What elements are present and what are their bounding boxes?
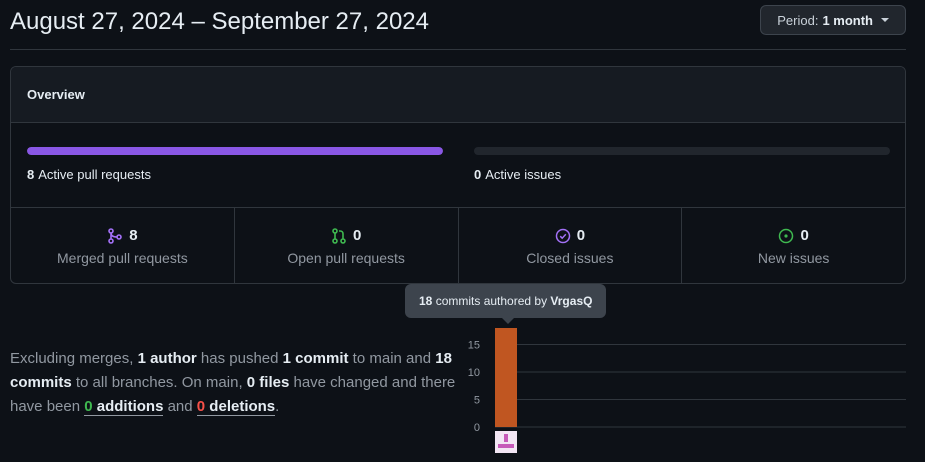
merged-prs-label: Merged pull requests [57, 250, 188, 266]
period-value: 1 month [822, 12, 873, 28]
tooltip-count: 18 [419, 294, 433, 308]
active-prs-label: Active pull requests [38, 167, 151, 182]
stat-closed-issues[interactable]: 0 Closed issues [459, 208, 683, 283]
overview-panel: Overview 8 Active pull requests 0 Active i… [10, 66, 906, 284]
deletions-count: 0 [196, 398, 206, 415]
summary-text: and [163, 398, 197, 415]
commits-chart: 0 5 10 15 [468, 328, 906, 453]
period-dropdown-button[interactable]: Period: 1 month [760, 5, 906, 35]
deletions-link[interactable]: 0 deletions [196, 398, 276, 416]
active-issues-label: Active issues [485, 167, 562, 182]
open-prs-value: 0 [352, 227, 362, 244]
open-prs-label: Open pull requests [287, 250, 405, 266]
merged-prs-value: 8 [129, 227, 138, 244]
chart-tooltip: 18 commits authored by VrgasQ [405, 284, 607, 324]
active-issues-link[interactable]: 0 Active issues [474, 167, 561, 182]
closed-issues-value: 0 [576, 227, 586, 244]
summary-text: . [275, 398, 280, 415]
period-prefix: Period: [777, 12, 819, 28]
overview-bars: 8 Active pull requests 0 Active issues [11, 123, 905, 208]
summary-text: to all branches. On main, [71, 374, 247, 391]
new-issues-label: New issues [757, 250, 830, 266]
tooltip-user: VrgasQ [550, 294, 593, 308]
overview-header: Overview [11, 67, 905, 123]
active-issues-count: 0 [474, 167, 482, 182]
summary-authors: 1 author [137, 350, 197, 367]
summary-commits-main: 1 commit [282, 350, 349, 367]
commit-bar[interactable] [495, 328, 517, 427]
stat-new-issues[interactable]: 0 New issues [682, 208, 905, 283]
active-prs-bar [27, 147, 443, 155]
commit-summary: Excluding merges, 1 author has pushed 1 … [10, 347, 460, 419]
y-tick-label: 5 [474, 395, 480, 407]
tooltip-text: commits authored by [432, 294, 551, 308]
closed-issue-icon [555, 228, 570, 243]
additions-link[interactable]: 0 additions [84, 398, 164, 416]
y-tick-label: 10 [468, 367, 480, 379]
additions-word: additions [92, 398, 164, 415]
active-prs-count: 8 [27, 167, 35, 182]
open-pr-icon [332, 227, 346, 244]
header-divider [10, 49, 906, 50]
stat-merged-prs[interactable]: 8 Merged pull requests [11, 208, 235, 283]
summary-files: 0 files [246, 374, 290, 391]
merge-icon [108, 227, 123, 244]
y-tick-label: 15 [468, 340, 480, 352]
overview-stats: 8 Merged pull requests 0 Open pull reque… [11, 208, 905, 283]
date-range-title: August 27, 2024 – September 27, 2024 [10, 8, 429, 35]
summary-text: has pushed [196, 350, 283, 367]
new-issue-icon [779, 228, 794, 243]
new-issues-value: 0 [800, 227, 809, 244]
overview-title: Overview [27, 87, 85, 102]
active-issues-bar [474, 147, 890, 155]
y-tick-label: 0 [474, 422, 480, 434]
deletions-word: deletions [205, 398, 276, 415]
caret-down-icon [881, 18, 889, 22]
summary-text: to main and [348, 350, 436, 367]
active-prs-bar-fill [27, 147, 443, 155]
summary-text: Excluding merges, [10, 350, 138, 367]
closed-issues-label: Closed issues [526, 250, 614, 266]
stat-open-prs[interactable]: 0 Open pull requests [235, 208, 459, 283]
author-avatar[interactable] [495, 431, 517, 453]
additions-count: 0 [84, 398, 93, 415]
active-prs-link[interactable]: 8 Active pull requests [27, 167, 151, 182]
